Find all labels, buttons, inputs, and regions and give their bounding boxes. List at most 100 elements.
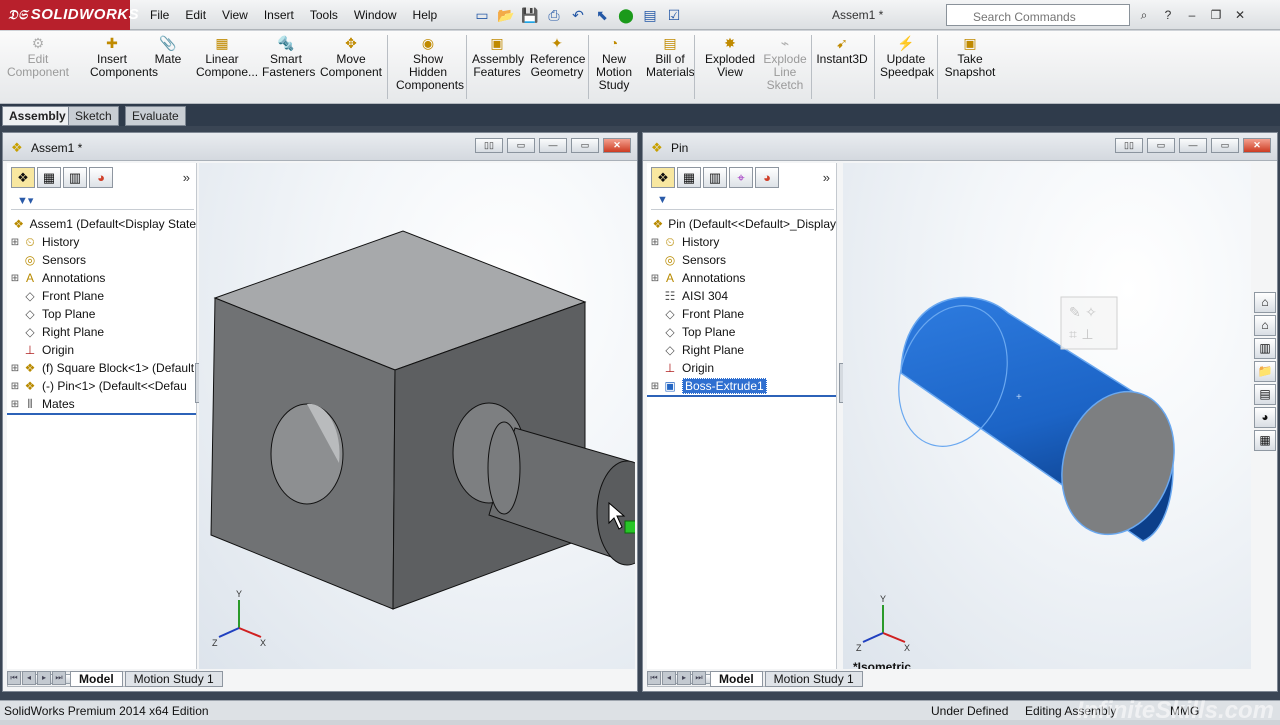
expand-icon[interactable]: ⊞ — [649, 237, 661, 248]
tree-item[interactable]: ◇ Front Plane — [649, 305, 836, 323]
expand-tabs-icon[interactable]: » — [183, 170, 190, 185]
insert-components-button[interactable]: ✚ Insert Components — [90, 35, 158, 79]
print-icon[interactable]: ⎙ — [544, 5, 564, 25]
rollback-bar[interactable] — [647, 395, 836, 397]
first-tab-icon[interactable]: ⏮ — [647, 671, 661, 685]
design-library-icon[interactable]: ▥ — [1254, 338, 1276, 359]
filter-icon[interactable]: ▼▾ — [11, 194, 194, 210]
appearances-icon[interactable]: ◕ — [1254, 407, 1276, 428]
rollback-bar[interactable] — [7, 413, 196, 415]
file-properties-icon[interactable]: ▤ — [640, 5, 660, 25]
instant3d-button[interactable]: ➹ Instant3D — [815, 35, 869, 66]
edit-component-button[interactable]: ⚙ Edit Component — [6, 35, 70, 79]
pane-close-icon[interactable]: ✕ — [1243, 138, 1271, 153]
tree-item[interactable]: ❖ Pin (Default<<Default>_Display — [649, 215, 836, 233]
expand-icon[interactable]: ⊞ — [649, 273, 661, 284]
options-icon[interactable]: ☑ — [664, 5, 684, 25]
linear-pattern-button[interactable]: ▦ Linear Compone... — [196, 35, 258, 79]
smart-fasteners-button[interactable]: 🔩 Smart Fasteners — [262, 35, 315, 79]
solidworks-logo[interactable]: 𝔇𝔖 SOLIDWORKS — [0, 0, 139, 30]
feature-manager-icon[interactable]: ❖ — [11, 167, 35, 188]
tree-item[interactable]: ◎ Sensors — [9, 251, 196, 269]
tree-item[interactable]: ⊞ ❖ (f) Square Block<1> (Default — [9, 359, 196, 377]
tree-item[interactable]: ◇ Right Plane — [649, 341, 836, 359]
tile-horizontal-icon[interactable]: ▭ — [507, 138, 535, 153]
expand-icon[interactable]: ⊞ — [649, 381, 661, 392]
menu-file[interactable]: File — [142, 0, 177, 30]
tree-item[interactable]: ⊞ ▣ Boss-Extrude1 — [649, 377, 836, 395]
minimize-icon[interactable]: – — [1183, 6, 1201, 24]
prev-tab-icon[interactable]: ◂ — [662, 671, 676, 685]
snapshot-button[interactable]: ▣ Take Snapshot — [943, 35, 997, 79]
tree-item[interactable]: ⊞ ⏲ History — [9, 233, 196, 251]
configuration-manager-icon[interactable]: ▥ — [703, 167, 727, 188]
expand-icon[interactable]: ⊞ — [9, 381, 21, 392]
context-toolbar[interactable]: ✎ ✧ ⌗ ⊥ — [1060, 296, 1118, 350]
exploded-view-button[interactable]: ✸ Exploded View — [704, 35, 756, 79]
tab-assembly[interactable]: Assembly — [2, 106, 73, 126]
home-icon[interactable]: ⌂ — [1254, 315, 1276, 336]
tree-item[interactable]: ⊞ ❖ (-) Pin<1> (Default<<Defau — [9, 377, 196, 395]
assembly-viewport[interactable]: Y X Z — [199, 163, 635, 669]
filter-icon[interactable]: ▼ — [651, 194, 834, 210]
display-manager-icon[interactable]: ◕ — [89, 167, 113, 188]
save-icon[interactable]: 💾 — [520, 5, 540, 25]
expand-icon[interactable]: ⊞ — [9, 363, 21, 374]
expand-tabs-icon[interactable]: » — [823, 170, 830, 185]
menu-tools[interactable]: Tools — [302, 0, 346, 30]
tree-item[interactable]: ◎ Sensors — [649, 251, 836, 269]
last-tab-icon[interactable]: ⏭ — [52, 671, 66, 685]
tab-motion-study[interactable]: Motion Study 1 — [764, 671, 863, 687]
menu-insert[interactable]: Insert — [256, 0, 302, 30]
property-manager-icon[interactable]: ▦ — [37, 167, 61, 188]
tab-evaluate[interactable]: Evaluate — [125, 106, 186, 126]
mate-button[interactable]: 📎 Mate — [154, 35, 182, 66]
reference-geometry-button[interactable]: ✦ Reference Geometry — [530, 35, 585, 79]
tab-sketch[interactable]: Sketch — [68, 106, 119, 126]
prev-tab-icon[interactable]: ◂ — [22, 671, 36, 685]
tree-item[interactable]: ◇ Top Plane — [9, 305, 196, 323]
tile-horizontal-icon[interactable]: ▭ — [1147, 138, 1175, 153]
explode-line-button[interactable]: ⌁ Explode Line Sketch — [762, 35, 808, 92]
tree-item[interactable]: ⊥ Origin — [649, 359, 836, 377]
menu-help[interactable]: Help — [405, 0, 446, 30]
tree-item[interactable]: ⊞ A Annotations — [9, 269, 196, 287]
tree-item[interactable]: ◇ Top Plane — [649, 323, 836, 341]
part-viewport[interactable]: + ✎ ✧ ⌗ ⊥ Y X Z *Isometric — [843, 163, 1251, 669]
new-document-icon[interactable]: ▭ — [472, 5, 492, 25]
tree-item[interactable]: ⊥ Origin — [9, 341, 196, 359]
tree-item[interactable]: ☷ AISI 304 — [649, 287, 836, 305]
show-hidden-button[interactable]: ◉ Show Hidden Components — [396, 35, 464, 92]
menu-window[interactable]: Window — [346, 0, 405, 30]
part-window-titlebar[interactable]: ❖ Pin ▯▯ ▭ — ▭ ✕ — [643, 133, 1277, 161]
file-explorer-icon[interactable]: 📁 — [1254, 361, 1276, 382]
dimxpert-icon[interactable]: ⌖ — [729, 167, 753, 188]
tree-item[interactable]: ⊞ ⏲ History — [649, 233, 836, 251]
tile-vertical-icon[interactable]: ▯▯ — [1115, 138, 1143, 153]
open-icon[interactable]: 📂 — [496, 5, 516, 25]
speedpak-button[interactable]: ⚡ Update Speedpak — [880, 35, 934, 79]
expand-icon[interactable]: ⊞ — [9, 273, 21, 284]
tab-motion-study[interactable]: Motion Study 1 — [124, 671, 223, 687]
pane-maximize-icon[interactable]: ▭ — [571, 138, 599, 153]
resources-icon[interactable]: ⌂ — [1254, 292, 1276, 313]
pane-close-icon[interactable]: ✕ — [603, 138, 631, 153]
first-tab-icon[interactable]: ⏮ — [7, 671, 21, 685]
next-tab-icon[interactable]: ▸ — [37, 671, 51, 685]
tree-item[interactable]: ⊞ ⫴ Mates — [9, 395, 196, 413]
undo-icon[interactable]: ↶ — [568, 5, 588, 25]
restore-icon[interactable]: ❐ — [1207, 6, 1225, 24]
tree-item[interactable]: ❖ Assem1 (Default<Display State — [9, 215, 196, 233]
assembly-window-titlebar[interactable]: ❖ Assem1 * ▯▯ ▭ — ▭ ✕ — [3, 133, 637, 161]
close-icon[interactable]: ✕ — [1231, 6, 1249, 24]
tab-model[interactable]: Model — [70, 671, 123, 687]
move-component-button[interactable]: ✥ Move Component — [318, 35, 384, 79]
next-tab-icon[interactable]: ▸ — [677, 671, 691, 685]
property-manager-icon[interactable]: ▦ — [677, 167, 701, 188]
search-commands-input[interactable] — [946, 4, 1130, 26]
pin-handle[interactable] — [624, 520, 635, 534]
feature-manager-icon[interactable]: ❖ — [651, 167, 675, 188]
assembly-features-button[interactable]: ▣ Assembly Features — [472, 35, 524, 79]
expand-icon[interactable]: ⊞ — [9, 399, 21, 410]
pane-minimize-icon[interactable]: — — [1179, 138, 1207, 153]
